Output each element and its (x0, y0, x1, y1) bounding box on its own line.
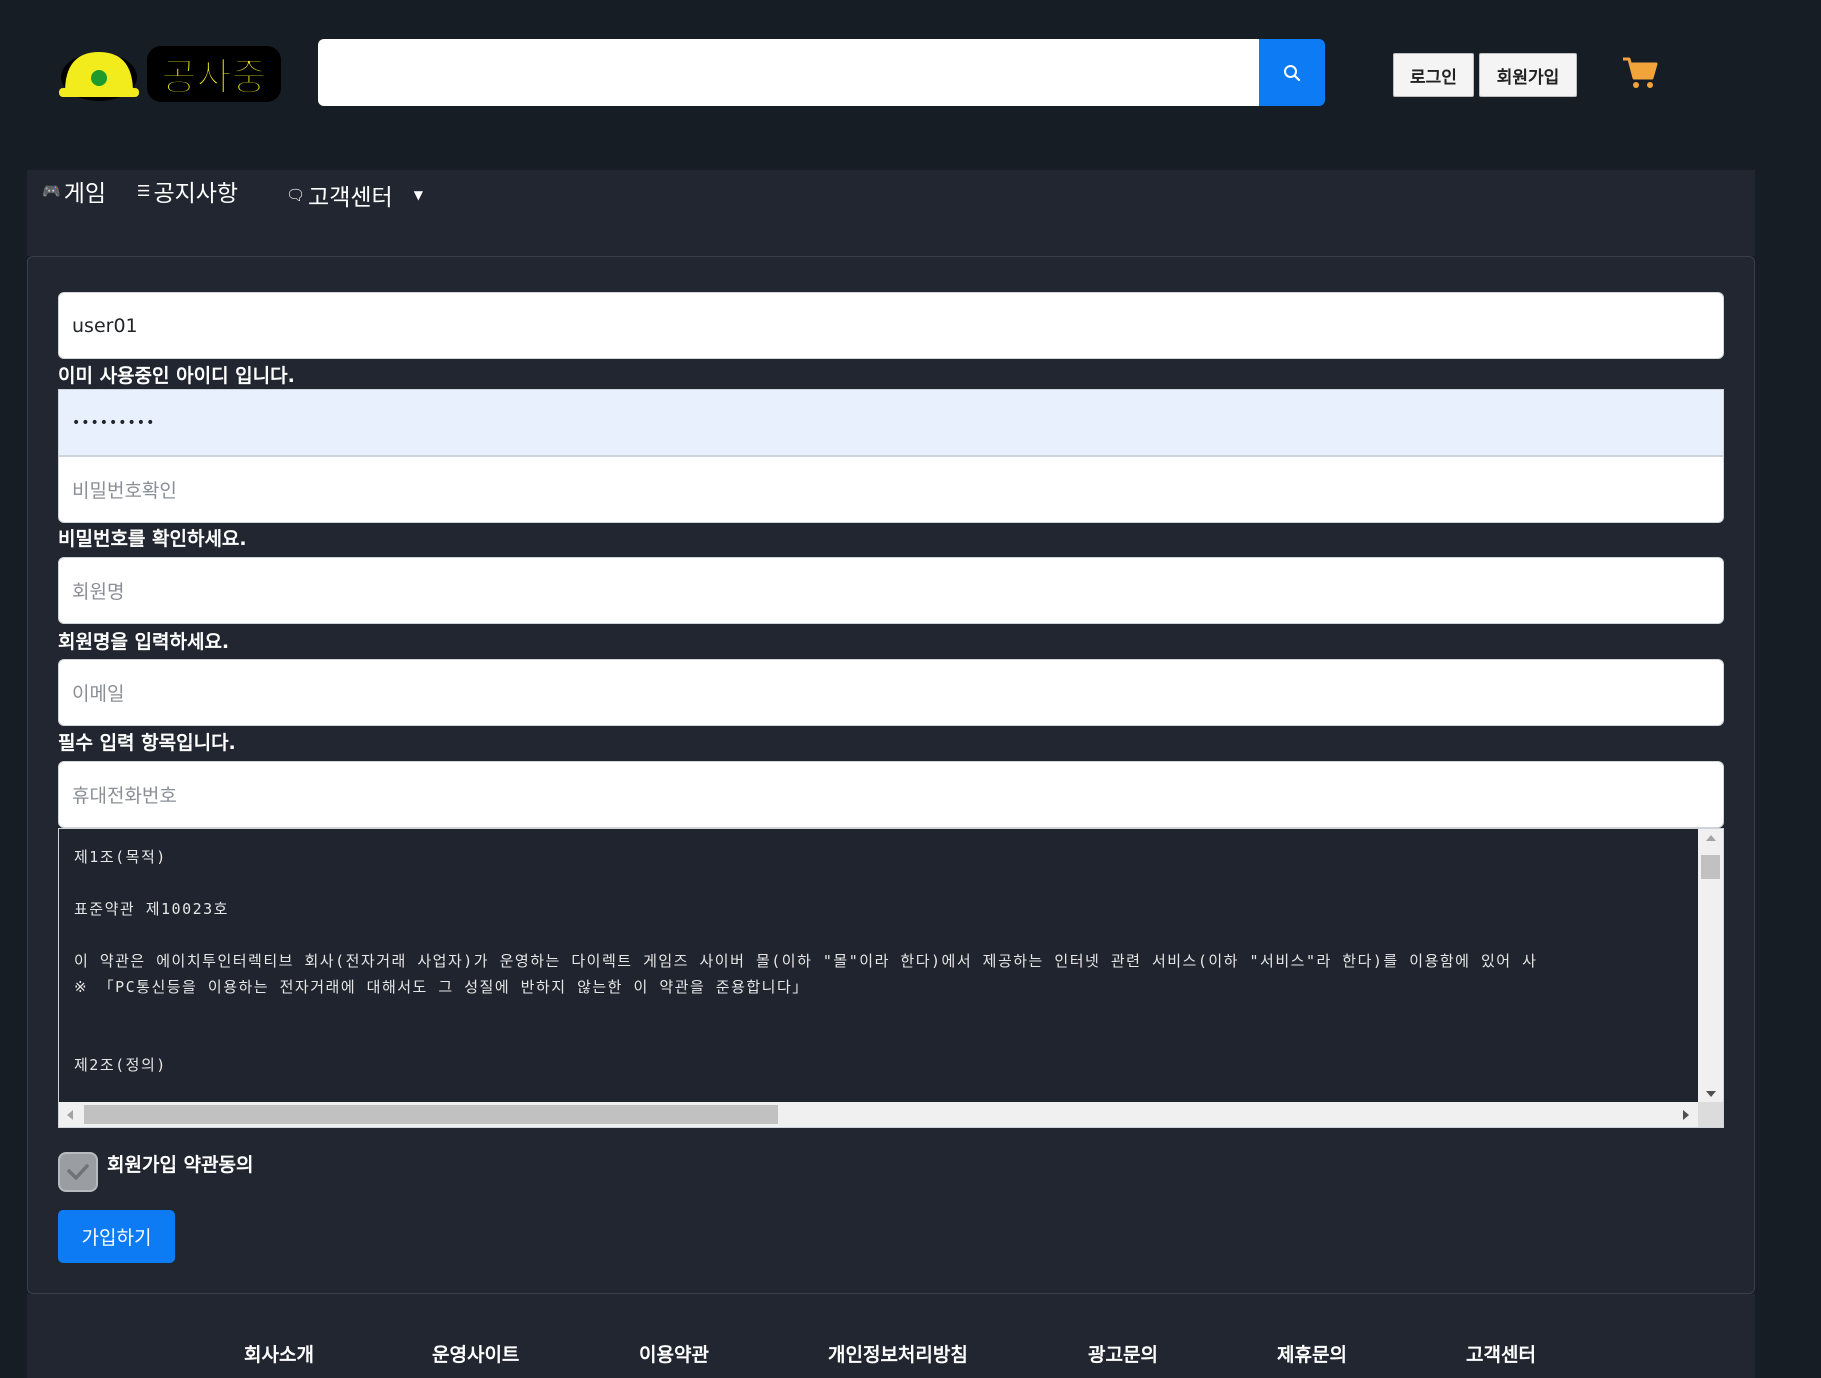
scroll-up-icon[interactable] (1706, 835, 1716, 841)
site-logo[interactable]: 공사중 (55, 40, 285, 106)
search-button[interactable] (1259, 39, 1325, 106)
phone-field[interactable]: 휴대전화번호 (58, 761, 1724, 828)
nav-item-label: 공지사항 (153, 181, 239, 207)
name-field[interactable]: 회원명 (58, 557, 1724, 624)
header: 공사중 로그인 회원가입 (0, 0, 1821, 160)
list-icon: ☰ (137, 182, 151, 200)
password-confirm-field[interactable]: 비밀번호확인 (58, 456, 1724, 523)
agree-label[interactable]: 회원가입 약관동의 (107, 1150, 253, 1177)
scroll-left-icon[interactable] (67, 1110, 73, 1120)
terms-textarea[interactable]: 제1조(목적) 표준약관 제10023호 이 약관은 에이치투인터렉티브 회사(… (58, 828, 1724, 1128)
login-button[interactable]: 로그인 (1393, 53, 1474, 97)
password-field[interactable]: ••••••••• (58, 389, 1724, 456)
check-icon (67, 1164, 89, 1180)
email-field[interactable]: 이메일 (58, 659, 1724, 726)
signup-button[interactable]: 회원가입 (1479, 53, 1577, 97)
vertical-scrollbar[interactable] (1698, 829, 1723, 1103)
password-confirm-help: 비밀번호를 확인하세요. (58, 528, 247, 550)
cart-icon[interactable] (1622, 56, 1658, 90)
scroll-corner (1698, 1102, 1723, 1127)
gamepad-icon: 🎮 (42, 182, 61, 200)
nav-item-games[interactable]: 🎮 게임 (42, 174, 106, 208)
email-help: 필수 입력 항목입니다. (58, 732, 236, 754)
agree-checkbox[interactable] (58, 1152, 98, 1192)
footer-link-sites[interactable]: 운영사이트 (432, 1340, 519, 1367)
vertical-scroll-thumb[interactable] (1701, 855, 1720, 879)
horizontal-scroll-thumb[interactable] (84, 1105, 778, 1124)
user-id-help: 이미 사용중인 아이디 입니다. (58, 365, 295, 387)
horizontal-scrollbar[interactable] (59, 1102, 1699, 1127)
user-id-field[interactable]: user01 (58, 292, 1724, 359)
nav-item-notices[interactable]: ☰ 공지사항 (137, 174, 238, 208)
chat-icon: 🗨 (286, 186, 306, 204)
nav-item-label: 고객센터 (308, 185, 393, 211)
footer-link-support[interactable]: 고객센터 (1466, 1340, 1536, 1367)
search-icon (1284, 64, 1301, 81)
scroll-right-icon[interactable] (1683, 1110, 1689, 1120)
footer-link-partnership[interactable]: 제휴문의 (1277, 1340, 1347, 1367)
footer-link-ads[interactable]: 광고문의 (1088, 1340, 1158, 1367)
footer-link-company[interactable]: 회사소개 (244, 1340, 314, 1367)
nav-item-label: 게임 (63, 181, 107, 207)
submit-button[interactable]: 가입하기 (58, 1210, 175, 1263)
terms-text: 제1조(목적) 표준약관 제10023호 이 약관은 에이치투인터렉티브 회사(… (74, 848, 1538, 1074)
chevron-down-icon: ▼ (413, 188, 423, 202)
name-help: 회원명을 입력하세요. (58, 631, 230, 653)
footer-link-terms[interactable]: 이용약관 (639, 1340, 709, 1367)
footer-link-privacy[interactable]: 개인정보처리방침 (828, 1340, 968, 1367)
nav-item-support[interactable]: 🗨 고객센터 ▼ (286, 178, 423, 212)
svg-text:공사중: 공사중 (162, 55, 267, 99)
search-input[interactable] (318, 39, 1260, 106)
main-nav: 🎮 게임 ☰ 공지사항 🗨 고객센터 ▼ (27, 170, 1755, 256)
scroll-down-icon[interactable] (1706, 1091, 1716, 1097)
